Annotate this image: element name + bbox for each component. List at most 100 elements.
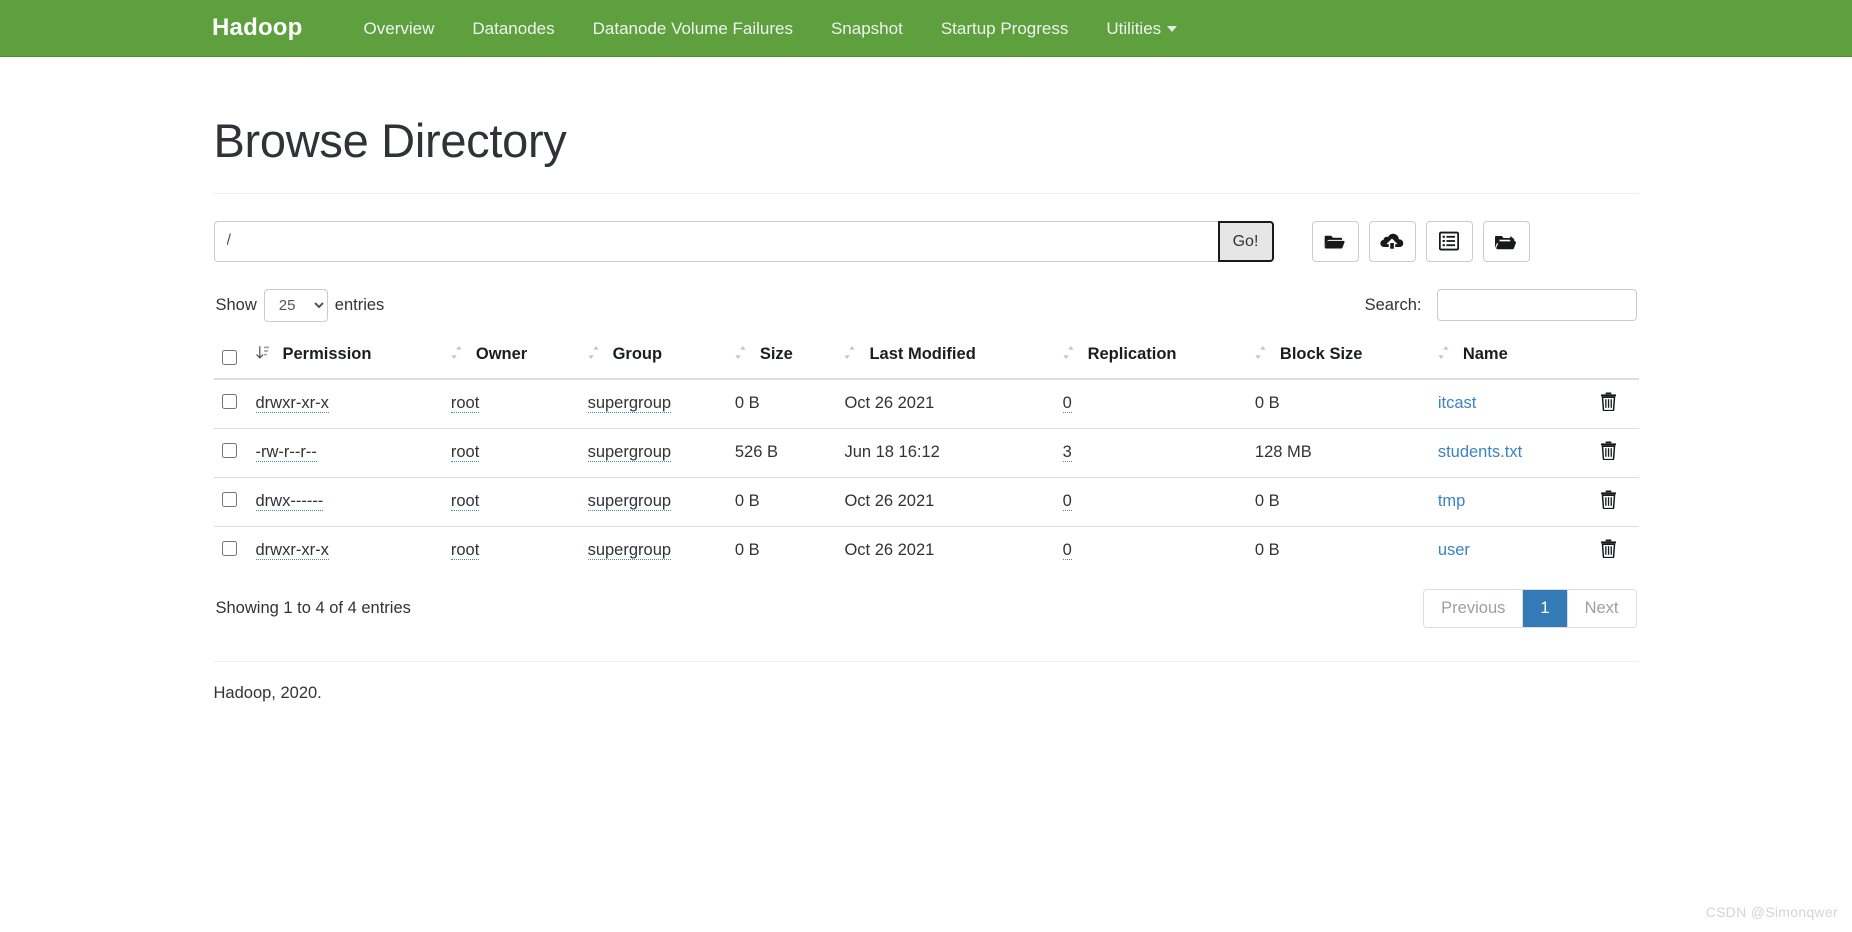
row-last-modified-cell: Oct 26 2021 xyxy=(836,476,1055,527)
row-group-cell: supergroup xyxy=(579,476,727,527)
nav-datanodes[interactable]: Datanodes xyxy=(453,20,573,37)
file-name-link[interactable]: students.txt xyxy=(1438,443,1522,461)
delete-row-button[interactable] xyxy=(1600,490,1617,510)
nav-snapshot[interactable]: Snapshot xyxy=(812,20,922,37)
nav-utilities[interactable]: Utilities xyxy=(1087,20,1196,37)
group-link[interactable]: supergroup xyxy=(587,394,672,414)
sort-amount-icon xyxy=(255,345,269,365)
nav-startup-progress-label: Startup Progress xyxy=(940,18,1069,38)
col-name-label: Name xyxy=(1462,345,1508,364)
pagination-previous[interactable]: Previous xyxy=(1424,589,1524,628)
create-directory-button[interactable] xyxy=(1311,220,1359,262)
group-link[interactable]: supergroup xyxy=(587,492,672,512)
trash-icon xyxy=(1600,441,1617,463)
delete-row-button[interactable] xyxy=(1600,441,1617,463)
permission-link[interactable]: -rw-r--r-- xyxy=(255,443,317,463)
replication-link[interactable]: 0 xyxy=(1062,492,1072,512)
col-replication[interactable]: Replication xyxy=(1054,334,1247,380)
snapshot-list-button[interactable] xyxy=(1425,220,1473,262)
sort-both-icon xyxy=(1062,345,1074,365)
nav-overview[interactable]: Overview xyxy=(345,20,454,37)
sort-both-icon xyxy=(735,345,746,365)
row-owner-cell: root xyxy=(443,379,580,429)
select-all-wrap xyxy=(221,349,240,365)
datatable-footer: Showing 1 to 4 of 4 entries Previous 1 N… xyxy=(214,588,1639,629)
replication-link[interactable]: 0 xyxy=(1062,541,1072,561)
row-block-size-cell: 0 B xyxy=(1246,476,1430,527)
col-permission[interactable]: Permission xyxy=(247,334,443,380)
col-block-size-label: Block Size xyxy=(1279,345,1363,364)
row-permission-cell: drwxr-xr-x xyxy=(248,379,443,429)
owner-link[interactable]: root xyxy=(450,541,480,561)
row-replication-cell: 0 xyxy=(1054,476,1247,527)
search-input[interactable] xyxy=(1436,289,1637,322)
row-size-cell: 0 B xyxy=(726,525,837,575)
owner-link[interactable]: root xyxy=(450,492,480,512)
brand-hadoop[interactable]: Hadoop xyxy=(212,16,303,40)
select-all-checkbox[interactable] xyxy=(221,349,237,365)
row-block-size-cell: 128 MB xyxy=(1246,427,1430,478)
row-select-cell xyxy=(213,427,248,478)
row-permission-cell: drwxr-xr-x xyxy=(247,525,443,575)
file-name-link[interactable]: tmp xyxy=(1438,492,1466,510)
file-name-link[interactable]: user xyxy=(1438,541,1470,559)
row-checkbox[interactable] xyxy=(221,491,237,507)
row-checkbox[interactable] xyxy=(221,540,237,556)
entries-length-label: Show 25 50 100 entries xyxy=(216,288,384,322)
col-last-modified[interactable]: Last Modified xyxy=(836,334,1055,380)
col-owner[interactable]: Owner xyxy=(442,334,580,380)
group-link[interactable]: supergroup xyxy=(587,443,672,463)
file-name-link[interactable]: itcast xyxy=(1438,394,1477,412)
directory-table-head: Permission Owner Group Size Last Modifie… xyxy=(213,334,1639,380)
trash-icon xyxy=(1600,392,1617,414)
row-group-cell: supergroup xyxy=(579,525,727,575)
owner-link[interactable]: root xyxy=(450,443,480,463)
row-last-modified-cell: Jun 18 16:12 xyxy=(836,427,1055,478)
row-last-modified-cell: Oct 26 2021 xyxy=(844,394,935,413)
row-name-cell: itcast xyxy=(1430,379,1579,429)
page-length-select[interactable]: 25 50 100 xyxy=(263,288,328,322)
pagination-page-1[interactable]: 1 xyxy=(1523,589,1568,628)
cloud-upload-icon xyxy=(1380,231,1404,251)
pagination-next[interactable]: Next xyxy=(1567,589,1636,628)
replication-link[interactable]: 0 xyxy=(1062,394,1072,414)
row-checkbox[interactable] xyxy=(221,442,237,458)
sort-both-icon xyxy=(1255,345,1266,365)
col-actions xyxy=(1578,334,1639,380)
col-name[interactable]: Name xyxy=(1429,334,1579,380)
trash-icon xyxy=(1600,539,1617,561)
row-owner-cell: root xyxy=(442,427,580,478)
table-row: drwxr-xr-x root supergroup 0 B Oct 26 20… xyxy=(213,525,1639,575)
table-header-row: Permission Owner Group Size Last Modifie… xyxy=(213,334,1639,380)
permission-link[interactable]: drwxr-xr-x xyxy=(255,394,329,414)
delete-row-button[interactable] xyxy=(1600,392,1617,414)
col-size[interactable]: Size xyxy=(726,334,837,380)
col-group[interactable]: Group xyxy=(579,334,727,380)
owner-link[interactable]: root xyxy=(450,394,480,414)
group-link[interactable]: supergroup xyxy=(587,541,672,561)
row-group-cell: supergroup xyxy=(579,427,727,478)
permission-link[interactable]: drwx------ xyxy=(255,492,324,512)
page-title: Browse Directory xyxy=(213,114,567,167)
search-label-wrap: Search: xyxy=(1365,289,1637,322)
row-checkbox[interactable] xyxy=(221,393,237,409)
upload-files-button[interactable] xyxy=(1368,220,1416,262)
permission-link[interactable]: drwxr-xr-x xyxy=(255,541,329,561)
nav-utilities-label: Utilities xyxy=(1106,18,1162,38)
directory-path-input[interactable] xyxy=(213,220,1218,262)
col-block-size[interactable]: Block Size xyxy=(1246,334,1430,380)
nav-startup-progress[interactable]: Startup Progress xyxy=(922,20,1088,37)
path-toolbar: Go! xyxy=(213,220,1639,262)
row-permission-cell: -rw-r--r-- xyxy=(247,427,443,478)
entries-info: Showing 1 to 4 of 4 entries xyxy=(215,599,411,618)
row-owner-cell: root xyxy=(442,476,580,527)
nav-datanode-volume-failures-label: Datanode Volume Failures xyxy=(592,18,793,38)
sort-both-icon xyxy=(1438,345,1449,365)
replication-link[interactable]: 3 xyxy=(1062,443,1072,463)
top-navbar: Hadoop Overview Datanodes Datanode Volum… xyxy=(0,0,1852,57)
nav-datanode-volume-failures[interactable]: Datanode Volume Failures xyxy=(574,20,812,37)
go-button[interactable]: Go! xyxy=(1217,220,1274,262)
row-size-cell: 0 B xyxy=(726,476,837,527)
cut-paste-button[interactable] xyxy=(1482,220,1530,262)
delete-row-button[interactable] xyxy=(1600,539,1617,561)
